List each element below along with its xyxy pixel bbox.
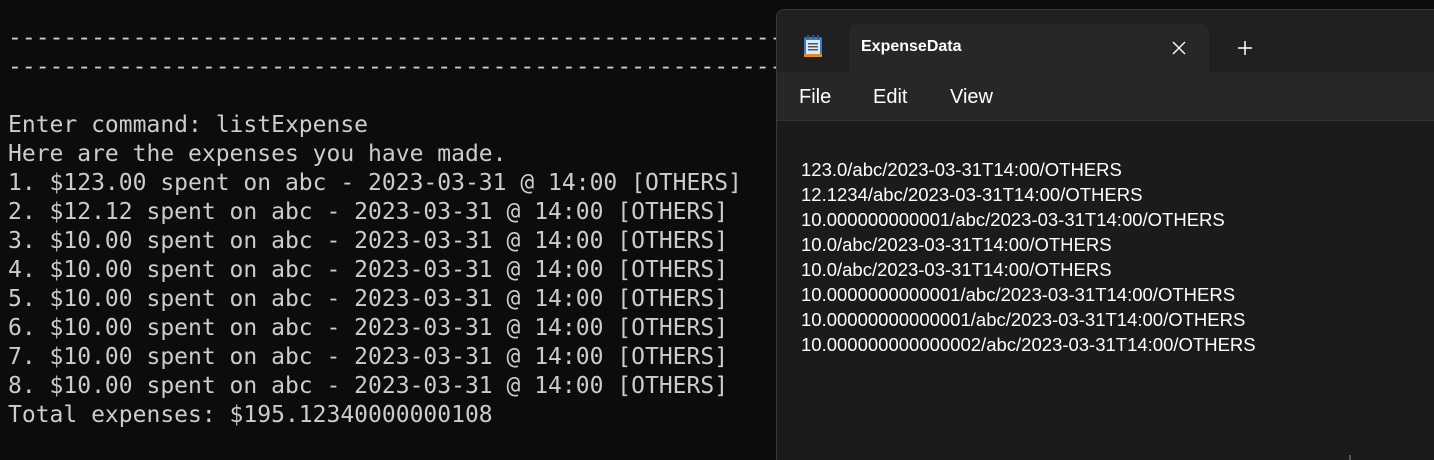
output-header: Here are the expenses you have made. [8,141,507,167]
resize-grip[interactable] [1349,455,1351,460]
notepad-titlebar[interactable]: ExpenseData [777,10,1434,72]
expense-line: 6. $10.00 spent on abc - 2023-03-31 @ 14… [8,315,729,341]
notepad-icon [802,34,824,58]
expense-line: 2. $12.12 spent on abc - 2023-03-31 @ 14… [8,199,729,225]
menu-view[interactable]: View [950,86,993,109]
editor-line: 10.00000000000001/abc/2023-03-31T14:00/O… [801,309,1246,330]
notepad-window[interactable]: ExpenseData File Edit View 123.0/abc/202… [776,9,1434,460]
plus-icon[interactable] [1233,36,1257,60]
separator-line: ----------------------------------------… [8,54,783,80]
editor-line: 10.000000000000002/abc/2023-03-31T14:00/… [801,334,1256,355]
editor-line: 12.1234/abc/2023-03-31T14:00/OTHERS [801,184,1143,205]
expense-line: 7. $10.00 spent on abc - 2023-03-31 @ 14… [8,344,729,370]
separator-line: ----------------------------------------… [8,25,783,51]
menu-bar: File Edit View [777,72,1434,120]
editor-line: 10.0/abc/2023-03-31T14:00/OTHERS [801,259,1112,280]
expense-line: 5. $10.00 spent on abc - 2023-03-31 @ 14… [8,286,729,312]
close-icon[interactable] [1167,36,1191,60]
expense-line: 1. $123.00 spent on abc - 2023-03-31 @ 1… [8,170,742,196]
expense-line: 8. $10.00 spent on abc - 2023-03-31 @ 14… [8,373,729,399]
editor-line: 123.0/abc/2023-03-31T14:00/OTHERS [801,159,1122,180]
expense-line: 4. $10.00 spent on abc - 2023-03-31 @ 14… [8,257,729,283]
total-line: Total expenses: $195.12340000000108 [8,402,493,428]
tab-expensedata[interactable]: ExpenseData [849,24,1209,72]
expense-line: 3. $10.00 spent on abc - 2023-03-31 @ 14… [8,228,729,254]
menu-file[interactable]: File [799,86,831,109]
command-line: Enter command: listExpense [8,112,369,138]
tab-title: ExpenseData [861,38,962,55]
text-editor[interactable]: 123.0/abc/2023-03-31T14:00/OTHERS 12.123… [777,120,1434,460]
menu-edit[interactable]: Edit [873,86,907,109]
editor-line: 10.0000000000001/abc/2023-03-31T14:00/OT… [801,284,1236,305]
editor-line: 10.0/abc/2023-03-31T14:00/OTHERS [801,234,1112,255]
editor-line: 10.000000000001/abc/2023-03-31T14:00/OTH… [801,209,1225,230]
